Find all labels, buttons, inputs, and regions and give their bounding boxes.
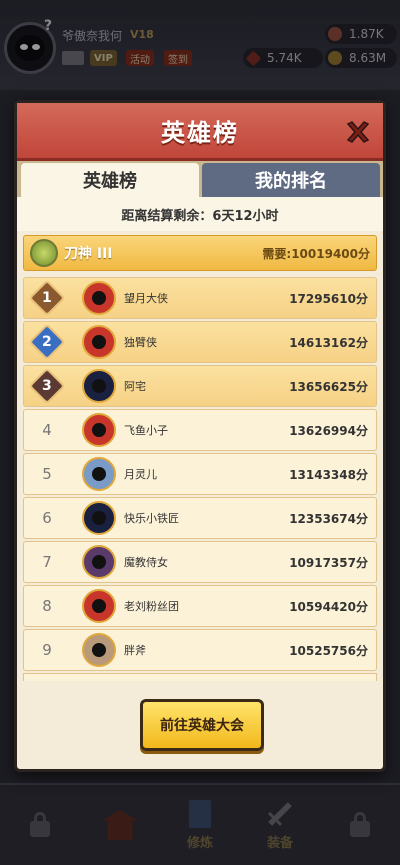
player-name: 独臂侠: [124, 336, 157, 349]
player-name: 胖斧: [124, 644, 146, 657]
rank-badge-icon: 3: [28, 367, 66, 405]
player-name: 阿宅: [124, 380, 146, 393]
hero-ranking-panel: 英雄榜 英雄榜 我的排名 距离结算剩余：6天12小时 刀神 III 需要:100…: [14, 100, 386, 772]
player-score: 10525756分: [289, 643, 368, 658]
tier-requirement: 需要:10019400分: [262, 246, 370, 261]
avatar: [82, 281, 116, 315]
rank-number: 4: [42, 421, 52, 439]
list-item[interactable]: 4 飞鱼小子 13626994分: [23, 409, 377, 451]
player-name: 飞鱼小子: [124, 424, 168, 437]
player-score: 13656625分: [289, 379, 368, 394]
player-score: 13143348分: [289, 467, 368, 482]
player-name: 望月大侠: [124, 292, 168, 305]
close-button[interactable]: [343, 117, 373, 147]
close-icon: [346, 121, 370, 143]
rank-badge-icon: 2: [28, 323, 66, 361]
ranking-tabs: 英雄榜 我的排名: [17, 161, 383, 197]
tab-hero-list[interactable]: 英雄榜: [21, 163, 199, 197]
list-item[interactable]: 2 独臂侠 14613162分: [23, 321, 377, 363]
tab-my-rank[interactable]: 我的排名: [202, 163, 380, 197]
player-name: 月灵儿: [124, 468, 157, 481]
player-name: 快乐小铁匠: [124, 512, 179, 525]
list-item[interactable]: 7 魔教侍女 10917357分: [23, 541, 377, 583]
avatar: [82, 501, 116, 535]
avatar: [82, 545, 116, 579]
rank-badge-icon: 1: [28, 279, 66, 317]
avatar: [82, 457, 116, 491]
rank-number: 8: [42, 597, 52, 615]
list-item[interactable]: 8 老刘粉丝团 10594420分: [23, 585, 377, 627]
tier-header: 刀神 III 需要:10019400分: [23, 235, 377, 271]
avatar: [82, 369, 116, 403]
player-score: 12353674分: [289, 511, 368, 526]
rank-number: 5: [42, 465, 52, 483]
tier-name: 刀神 III: [64, 246, 113, 262]
player-name: 老刘粉丝团: [124, 600, 179, 613]
tier-emblem-icon: [30, 239, 58, 267]
player-score: 10917357分: [289, 555, 368, 570]
avatar: [82, 325, 116, 359]
player-name: 魔教侍女: [124, 556, 168, 569]
panel-title-bar: 英雄榜: [17, 103, 383, 161]
settlement-countdown: 距离结算剩余：6天12小时: [17, 197, 383, 231]
avatar: [82, 633, 116, 667]
player-score: 10594420分: [289, 599, 368, 614]
list-item[interactable]: 9 胖斧 10525756分: [23, 629, 377, 671]
list-item[interactable]: 5 月灵儿 13143348分: [23, 453, 377, 495]
list-item[interactable]: 6 快乐小铁匠 12353674分: [23, 497, 377, 539]
panel-title: 英雄榜: [161, 119, 239, 147]
go-hero-conference-button[interactable]: 前往英雄大会: [140, 699, 264, 751]
rank-number: 7: [42, 553, 52, 571]
avatar: [82, 413, 116, 447]
player-score: 14613162分: [289, 335, 368, 350]
rank-number: 9: [42, 641, 52, 659]
rank-number: 6: [42, 509, 52, 527]
list-item[interactable]: 1 望月大侠 17295610分: [23, 277, 377, 319]
ranking-list[interactable]: 刀神 III 需要:10019400分 1 望月大侠 17295610分 2 独…: [23, 231, 377, 681]
list-item-partial: [23, 673, 377, 681]
player-score: 13626994分: [289, 423, 368, 438]
list-item[interactable]: 3 阿宅 13656625分: [23, 365, 377, 407]
avatar: [82, 589, 116, 623]
player-score: 17295610分: [289, 291, 368, 306]
